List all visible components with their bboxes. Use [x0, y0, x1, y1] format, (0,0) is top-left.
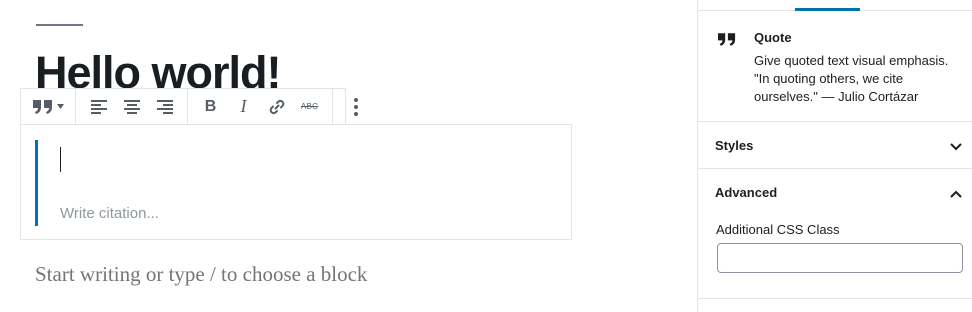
block-card: Quote Give quoted text visual emphasis. …	[698, 11, 972, 122]
link-icon	[268, 98, 286, 116]
text-caret	[60, 147, 61, 172]
panel-divider	[698, 298, 972, 299]
css-class-input[interactable]	[717, 243, 963, 273]
alignment-group	[76, 89, 188, 124]
advanced-panel-toggle[interactable]: Advanced	[698, 169, 972, 216]
quote-border	[35, 140, 38, 226]
quote-icon	[718, 33, 736, 51]
align-left-button[interactable]	[82, 89, 115, 124]
settings-sidebar: Quote Give quoted text visual emphasis. …	[697, 0, 972, 312]
advanced-panel-title: Advanced	[715, 185, 778, 200]
bold-icon: B	[204, 97, 217, 115]
block-switcher-button[interactable]	[27, 89, 69, 124]
italic-button[interactable]: I	[227, 89, 260, 124]
default-block-appender[interactable]: Start writing or type / to choose a bloc…	[35, 262, 367, 287]
css-class-label: Additional CSS Class	[716, 222, 840, 237]
formatting-group: B I ABC	[188, 89, 333, 124]
align-left-icon	[90, 99, 107, 114]
align-center-icon	[123, 99, 140, 114]
styles-panel-title: Styles	[715, 138, 754, 153]
block-title: Quote	[754, 30, 792, 45]
more-options-button[interactable]	[339, 89, 372, 124]
quote-icon	[32, 99, 53, 114]
align-right-button[interactable]	[148, 89, 181, 124]
strikethrough-button[interactable]: ABC	[293, 89, 326, 124]
more-group	[333, 89, 378, 124]
strikethrough-icon: ABC	[300, 102, 319, 111]
citation-input[interactable]: Write citation...	[60, 205, 159, 222]
editor-canvas: Hello world! B I ABC Write citation... S…	[0, 0, 697, 312]
bold-button[interactable]: B	[194, 89, 227, 124]
quote-block[interactable]: Write citation...	[20, 124, 572, 240]
align-right-icon	[156, 99, 173, 114]
link-button[interactable]	[260, 89, 293, 124]
chevron-down-icon	[950, 138, 962, 156]
chevron-up-icon	[950, 185, 962, 203]
separator-block	[36, 24, 83, 26]
block-switcher-group	[21, 89, 76, 124]
italic-icon: I	[240, 96, 247, 116]
styles-panel-toggle[interactable]: Styles	[698, 122, 972, 169]
chevron-down-icon	[56, 104, 64, 109]
block-description: Give quoted text visual emphasis. "In qu…	[754, 53, 949, 104]
align-center-button[interactable]	[115, 89, 148, 124]
block-toolbar: B I ABC	[20, 88, 358, 125]
more-options-icon	[353, 97, 358, 116]
